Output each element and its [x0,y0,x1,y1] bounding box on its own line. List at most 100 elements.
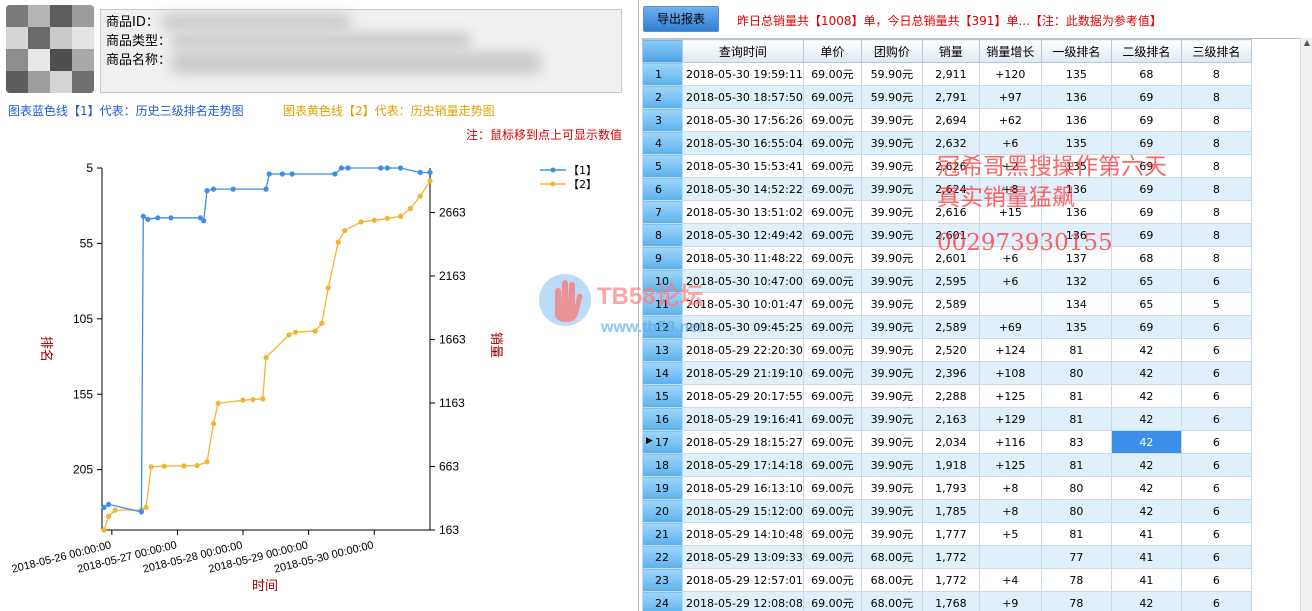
cell-r2[interactable]: 42 [1110,384,1182,408]
table-row[interactable]: 4 2018-05-30 16:55:04 69.00元 39.90元 2,632 +6 1… [642,131,1252,155]
cell-r2[interactable]: 69 [1110,108,1182,132]
cell-group[interactable]: 39.90元 [860,315,923,339]
cell-growth[interactable]: +8 [978,499,1042,523]
data-point-1[interactable] [101,504,107,510]
cell-growth[interactable]: +125 [978,384,1042,408]
data-point-1[interactable] [338,165,344,171]
cell-price[interactable]: 69.00元 [802,499,862,523]
data-point-1[interactable] [155,215,161,221]
cell-r1[interactable]: 137 [1040,246,1112,270]
cell-growth[interactable]: +116 [978,430,1042,454]
row-number[interactable]: 20 [642,499,683,523]
cell-sales[interactable]: 1,768 [921,591,980,611]
cell-r3[interactable]: 6 [1180,453,1252,477]
cell-r2[interactable]: 65 [1110,269,1182,293]
cell-time[interactable]: 2018-05-30 15:53:41 [682,154,804,178]
table-row[interactable]: 20 2018-05-29 15:12:00 69.00元 39.90元 1,785 +8… [642,499,1252,523]
cell-r3[interactable]: 8 [1180,177,1252,201]
cell-r2[interactable]: 69 [1110,177,1182,201]
column-header[interactable]: 团购价 [860,39,923,63]
cell-sales[interactable]: 2,624 [921,177,980,201]
cell-r1[interactable]: 136 [1040,108,1112,132]
cell-r3[interactable]: 8 [1180,131,1252,155]
row-number[interactable]: 8 [642,223,683,247]
cell-r2[interactable]: 42 [1110,407,1182,431]
cell-group[interactable]: 39.90元 [860,246,923,270]
cell-r2[interactable]: 69 [1110,85,1182,109]
table-row[interactable]: 18 2018-05-29 17:14:18 69.00元 39.90元 1,918 +1… [642,453,1252,477]
cell-growth[interactable]: +120 [978,62,1042,86]
cell-price[interactable]: 69.00元 [802,568,862,592]
cell-r3[interactable]: 6 [1180,430,1252,454]
cell-r1[interactable]: 81 [1040,453,1112,477]
cell-price[interactable]: 69.00元 [802,200,862,224]
cell-growth[interactable]: +6 [978,131,1042,155]
cell-r2[interactable]: 42 [1110,591,1182,611]
cell-group[interactable]: 39.90元 [860,131,923,155]
cell-r2[interactable]: 68 [1110,246,1182,270]
cell-group[interactable]: 59.90元 [860,62,923,86]
table-row[interactable]: 22 2018-05-29 13:09:33 69.00元 68.00元 1,772 77… [642,545,1252,569]
table-row[interactable]: 9 2018-05-30 11:48:22 69.00元 39.90元 2,601 +6 1… [642,246,1252,270]
cell-growth[interactable]: +8 [978,177,1042,201]
cell-sales[interactable]: 2,791 [921,85,980,109]
data-point-1[interactable] [204,188,210,194]
cell-sales[interactable]: 2,589 [921,292,980,316]
row-header-corner[interactable] [642,39,683,63]
cell-sales[interactable]: 2,589 [921,315,980,339]
table-row[interactable]: 21 2018-05-29 14:10:48 69.00元 39.90元 1,777 +5… [642,522,1252,546]
cell-group[interactable]: 39.90元 [860,200,923,224]
cell-growth[interactable]: +129 [978,407,1042,431]
data-point-1[interactable] [263,186,269,192]
cell-group[interactable]: 39.90元 [860,453,923,477]
cell-time[interactable]: 2018-05-29 17:14:18 [682,453,804,477]
cell-price[interactable]: 69.00元 [802,292,862,316]
cell-group[interactable]: 59.90元 [860,85,923,109]
table-row[interactable]: 23 2018-05-29 12:57:01 69.00元 68.00元 1,772 +4… [642,568,1252,592]
data-point-2[interactable] [143,504,149,511]
cell-price[interactable]: 69.00元 [802,430,862,454]
cell-r2[interactable]: 69 [1110,154,1182,178]
row-number[interactable]: 7 [642,200,683,224]
cell-group[interactable]: 39.90元 [860,223,923,247]
data-point-2[interactable] [250,397,256,403]
cell-time[interactable]: 2018-05-30 13:51:02 [682,200,804,224]
row-number[interactable]: 14 [642,361,683,385]
cell-r3[interactable]: 6 [1180,384,1252,408]
cell-time[interactable]: 2018-05-30 16:55:04 [682,131,804,155]
cell-r1[interactable]: 80 [1040,361,1112,385]
cell-r3[interactable]: 8 [1180,200,1252,224]
data-point-2[interactable] [407,205,413,212]
table-row[interactable]: 16 2018-05-29 19:16:41 69.00元 39.90元 2,163 +1… [642,407,1252,431]
cell-price[interactable]: 69.00元 [802,269,862,293]
cell-time[interactable]: 2018-05-30 14:52:22 [682,177,804,201]
cell-r3[interactable]: 8 [1180,154,1252,178]
cell-price[interactable]: 69.00元 [802,85,862,109]
data-point-2[interactable] [358,219,364,225]
table-row[interactable]: 13 2018-05-29 22:20:30 69.00元 39.90元 2,520 +1… [642,338,1252,362]
data-point-1[interactable] [345,165,351,171]
cell-r2[interactable]: 42 [1110,476,1182,500]
cell-r1[interactable]: 136 [1040,200,1112,224]
cell-r1[interactable]: 81 [1040,384,1112,408]
cell-time[interactable]: 2018-05-30 18:57:50 [682,85,804,109]
cell-group[interactable]: 39.90元 [860,407,923,431]
cell-group[interactable]: 39.90元 [860,338,923,362]
row-number[interactable]: 13 [642,338,683,362]
data-point-1[interactable] [289,171,295,177]
cell-r2[interactable]: 68 [1110,62,1182,86]
data-grid[interactable]: 查询时间 单价 团购价 销量 销量增长 一级排名 二级排名 三级排名 1 2018… [642,38,1304,611]
cell-r3[interactable]: 6 [1180,545,1252,569]
table-row[interactable]: 14 2018-05-29 21:19:10 69.00元 39.90元 2,396 +1… [642,361,1252,385]
cell-group[interactable]: 68.00元 [860,591,923,611]
cell-sales[interactable]: 1,785 [921,499,980,523]
cell-group[interactable]: 39.90元 [860,522,923,546]
cell-sales[interactable]: 2,601 [921,246,980,270]
cell-r3[interactable]: 6 [1180,407,1252,431]
cell-price[interactable]: 69.00元 [802,361,862,385]
cell-group[interactable]: 39.90元 [860,476,923,500]
cell-time[interactable]: 2018-05-30 10:01:47 [682,292,804,316]
cell-time[interactable]: 2018-05-29 19:16:41 [682,407,804,431]
cell-r2[interactable]: 42 [1110,453,1182,477]
trend-chart[interactable]: 【1】【2】 555105155205163663116316632163266… [0,146,632,606]
